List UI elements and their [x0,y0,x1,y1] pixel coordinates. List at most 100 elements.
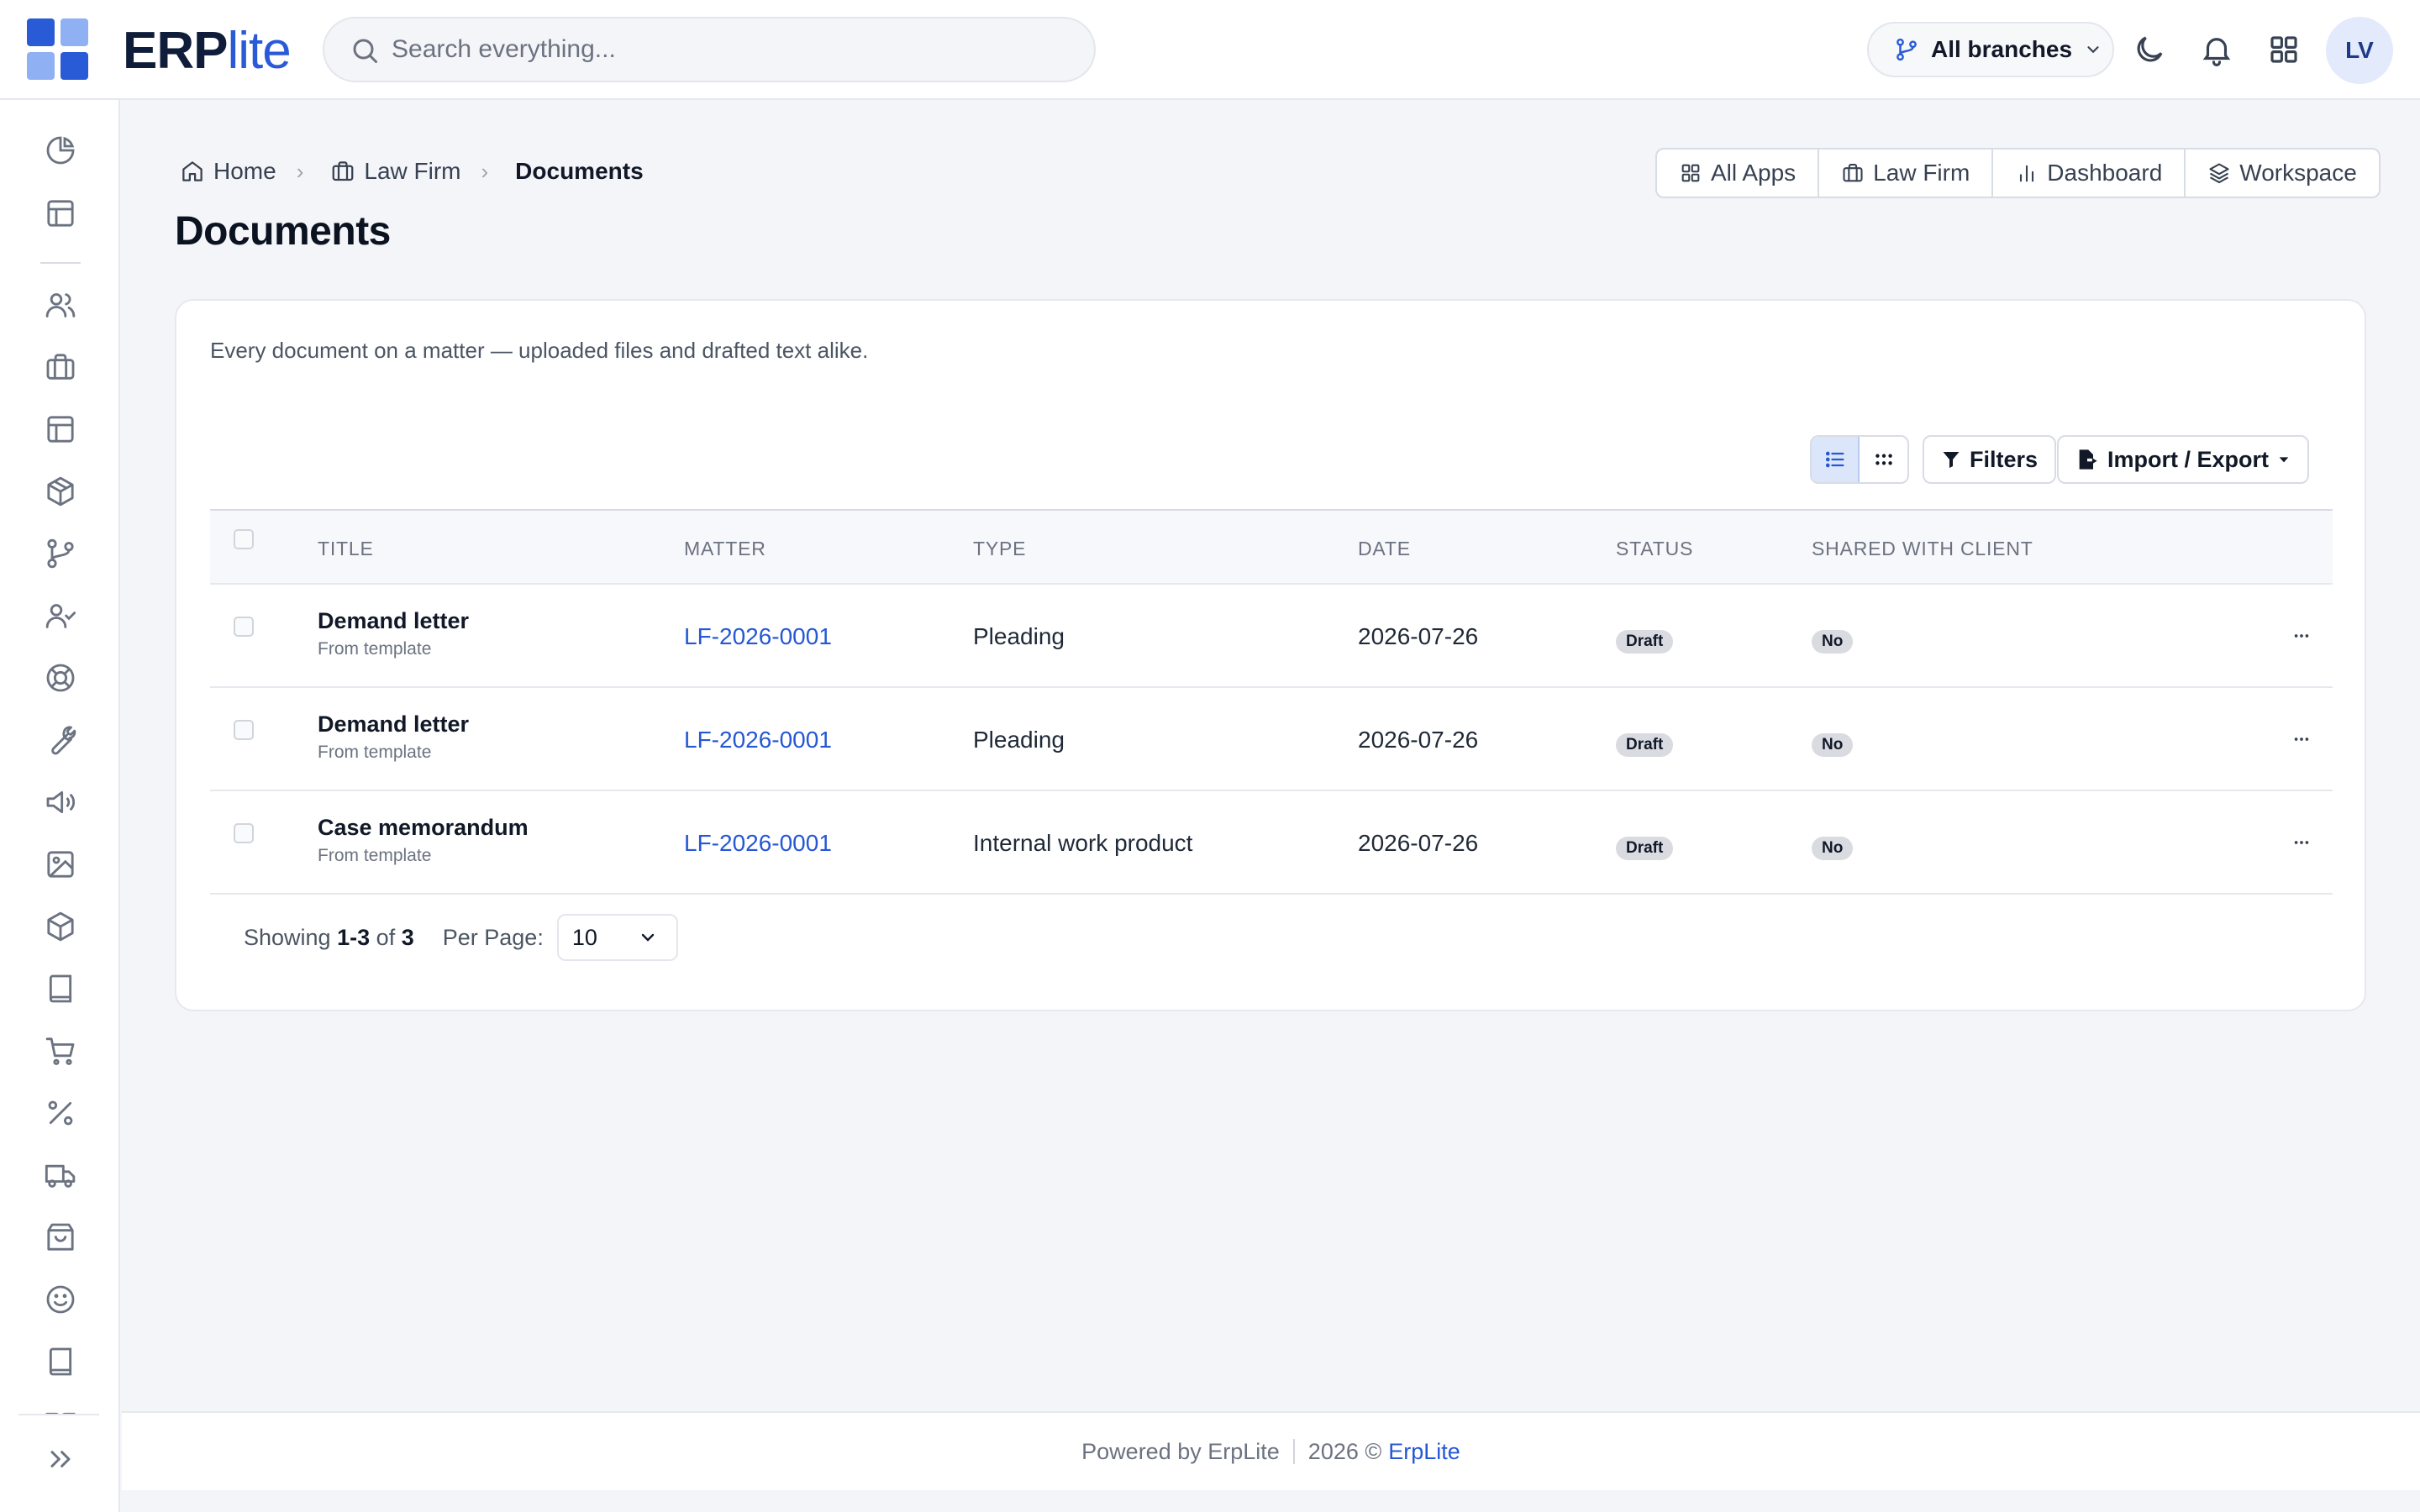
layout-icon[interactable] [44,197,77,230]
column-header-type[interactable]: TYPE [973,538,1026,560]
column-header-matter[interactable]: MATTER [684,538,766,560]
sidebar [0,100,120,1512]
image-icon[interactable] [44,848,77,881]
shopping-bag-icon[interactable] [44,1221,77,1254]
search-icon [350,35,380,66]
law-firm-label: Law Firm [1873,160,1970,186]
git-branch-icon[interactable] [44,537,77,570]
document-title-cell[interactable]: Demand letter From template [318,608,469,659]
life-buoy-icon[interactable] [44,661,77,695]
footer-erplite-link[interactable]: ErpLite [1388,1439,1460,1465]
logo-text[interactable]: ERPlite [123,22,292,80]
import-export-button[interactable]: Import / Export [2057,435,2310,484]
dashboard-link[interactable]: Dashboard [1993,150,2186,197]
document-date: 2026-07-26 [1358,727,1479,753]
apps-grid-icon[interactable] [2266,32,2302,67]
matter-link[interactable]: LF-2026-0001 [684,623,832,650]
table-header: TITLE MATTER TYPE DATE STATUS SHARED WIT… [210,511,2333,585]
breadcrumb: Home › Law Firm › Documents [180,156,644,186]
home-icon [180,159,205,184]
chevron-down-icon [638,927,658,948]
file-export-icon [2075,448,2099,471]
breadcrumb-separator-icon: › [296,158,304,184]
showing-dash: - [350,924,358,950]
column-header-date[interactable]: DATE [1358,538,1411,560]
layout-icon[interactable] [44,412,77,446]
table-row[interactable]: Case memorandum From template LF-2026-00… [210,791,2333,895]
percent-icon[interactable] [44,1096,77,1130]
branch-label: All branches [1931,36,2073,62]
document-title: Demand letter [318,608,470,633]
row-checkbox[interactable] [234,823,254,843]
column-header-shared[interactable]: SHARED WITH CLIENT [1812,538,2033,560]
filters-button[interactable]: Filters [1923,435,2057,484]
document-type: Pleading [973,727,1065,753]
more-options-icon[interactable] [2292,833,2311,852]
showing-label: Showing [244,924,331,950]
column-header-title[interactable]: TITLE [318,538,374,560]
avatar[interactable]: LV [2326,17,2393,84]
cart-icon[interactable] [44,1034,77,1068]
sidebar-divider [18,1414,99,1415]
column-header-status[interactable]: STATUS [1616,538,1693,560]
grid-view-button[interactable] [1860,437,1907,482]
sidebar-divider [40,262,81,264]
more-options-icon[interactable] [2292,627,2311,645]
expand-icon[interactable] [44,1442,77,1476]
truck-icon[interactable] [44,1158,77,1192]
wrench-icon[interactable] [44,723,77,757]
book-icon[interactable] [44,1345,77,1378]
breadcrumb-home-label: Home [213,158,276,184]
dashboard-label: Dashboard [2047,160,2163,186]
import-export-label: Import / Export [2107,446,2270,472]
list-icon [1823,448,1847,471]
table-row[interactable]: Demand letter From template LF-2026-0001… [210,585,2333,688]
matter-link[interactable]: LF-2026-0001 [684,727,832,753]
list-view-button[interactable] [1812,437,1860,482]
filter-icon [1941,449,1961,470]
briefcase-icon [1841,161,1865,185]
box-icon[interactable] [44,910,77,943]
briefcase-icon[interactable] [44,350,77,384]
row-checkbox[interactable] [234,617,254,637]
branch-selector[interactable]: All branches [1867,22,2114,77]
users-icon[interactable] [44,288,77,322]
workspace-link[interactable]: Workspace [2186,150,2379,197]
table-row[interactable]: Demand letter From template LF-2026-0001… [210,688,2333,791]
more-options-icon[interactable] [2292,730,2311,748]
per-page-select[interactable]: 10 [556,914,678,961]
document-date: 2026-07-26 [1358,623,1479,649]
package-icon[interactable] [44,475,77,508]
all-apps-label: All Apps [1711,160,1797,186]
footer: Powered by ErpLite 2026 © ErpLite [122,1411,2420,1490]
logo-icon[interactable] [27,18,89,81]
bell-icon[interactable] [2199,32,2234,67]
row-checkbox[interactable] [234,720,254,740]
pie-chart-icon[interactable] [44,134,77,167]
search-input[interactable] [392,18,1064,81]
page-description: Every document on a matter — uploaded fi… [210,338,869,363]
document-title-cell[interactable]: Case memorandum From template [318,815,529,866]
law-firm-link[interactable]: Law Firm [1819,150,1994,197]
smile-icon[interactable] [44,1283,77,1316]
select-all-checkbox[interactable] [234,529,254,549]
powered-by-text: Powered by ErpLite [1081,1438,1280,1464]
breadcrumb-home[interactable]: Home [180,158,276,185]
all-apps-link[interactable]: All Apps [1657,150,1820,197]
logo-text-bold: ERP [123,22,228,80]
document-title-cell[interactable]: Demand letter From template [318,711,469,763]
view-toggle [1810,435,1909,484]
documents-card: Every document on a matter — uploaded fi… [175,299,2366,1011]
breadcrumb-law-firm[interactable]: Law Firm [330,158,461,185]
megaphone-icon[interactable] [44,785,77,819]
global-search[interactable] [323,17,1096,82]
app-links-group: All Apps Law Firm Dashboard Workspace [1655,148,2381,198]
matter-link[interactable]: LF-2026-0001 [684,830,832,857]
book-icon[interactable] [44,972,77,1005]
user-check-icon[interactable] [44,599,77,633]
per-page-label: Per Page: [442,924,544,950]
moon-icon[interactable] [2132,32,2167,67]
footer-divider [1292,1439,1295,1464]
git-branch-icon [1894,37,1919,62]
shared-badge: No [1812,837,1854,860]
